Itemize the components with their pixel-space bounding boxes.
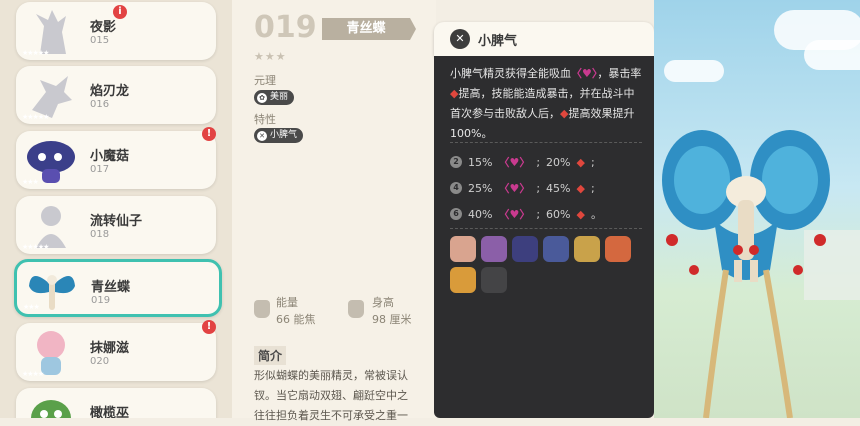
trait-icon: ✕ [450, 29, 470, 49]
tooltip-title: 小脾气 [478, 34, 518, 49]
level-number: 4 [450, 182, 462, 194]
creature-name: 夜影 [90, 20, 117, 35]
creature-number: 018 [90, 229, 110, 240]
locked-avatar [481, 267, 507, 293]
star-rating: ★★★★★ [22, 49, 49, 57]
trait-tag[interactable]: ✕ 小脾气 [254, 128, 304, 143]
creature-thumbnail [31, 400, 71, 418]
creature-name: 焰刃龙 [90, 84, 130, 99]
star-rating: ★★★★ [22, 370, 44, 378]
list-item[interactable]: ★★★★★ 焰刃龙 016 [16, 66, 216, 124]
lifesteal-value: 40% [468, 207, 493, 221]
crit-icon: ◆ [576, 207, 585, 221]
star-rating: ★★★ [22, 178, 39, 186]
creature-showcase [654, 0, 860, 418]
height-icon [348, 300, 364, 318]
level-row: 4 25% 〈♥〉; 45% ◆; [450, 180, 595, 196]
star-rating: ★★★★★ [22, 243, 49, 251]
list-item[interactable]: ★★★★ 抹娜滋 020 [16, 323, 216, 381]
element-label: 元理 [254, 74, 276, 87]
crit-value: 45% [546, 181, 571, 195]
creature-number-large: 019 [254, 10, 317, 45]
list-item[interactable]: 橄榄巫 [16, 388, 216, 418]
energy-value: 66 能焦 [276, 313, 316, 326]
lifesteal-icon: 〈♥〉 [498, 208, 531, 221]
intro-text: 形似蝴蝶的美丽精灵，常被误认 钗。当它扇动双翅、翩跹空中之 往往担负着灵生不可承… [254, 366, 434, 426]
alert-badge[interactable]: ! [202, 127, 216, 141]
energy-icon [254, 300, 270, 318]
intro-line: 钗。当它扇动双翅、翩跹空中之 [254, 389, 408, 402]
element-value: 美丽 [270, 92, 289, 102]
list-item-selected[interactable]: ★★★ 青丝蝶 019 [14, 259, 222, 317]
list-item[interactable]: ★★★★★ 流转仙子 018 [16, 196, 216, 254]
crit-value: 20% [546, 155, 571, 169]
list-item[interactable]: ★★★ 小魔菇 017 [16, 131, 216, 189]
creature-number: 020 [90, 356, 110, 367]
level-row: 2 15% 〈♥〉; 20% ◆; [450, 154, 595, 170]
creature-avatar[interactable] [450, 267, 476, 293]
star-rating: ★★★ [23, 303, 40, 311]
info-badge[interactable]: i [113, 5, 127, 19]
creature-avatar[interactable] [512, 236, 538, 262]
lifesteal-value: 25% [468, 181, 493, 195]
energy-label: 能量 [276, 296, 298, 309]
level-number: 2 [450, 156, 462, 168]
tooltip-description: 小脾气精灵获得全能吸血〈♥〉，暴击率◆提高，技能能造成暴击，并在战斗中首次参与击… [450, 64, 642, 144]
crit-icon: ◆ [576, 181, 585, 195]
creature-avatar[interactable] [543, 236, 569, 262]
creature-number: 016 [90, 99, 110, 110]
creature-name: 橄榄巫 [90, 406, 130, 418]
height-value: 98 厘米 [372, 313, 412, 326]
element-tag[interactable]: ✿ 美丽 [254, 90, 295, 105]
creature-number: 017 [90, 164, 110, 175]
crit-value: 60% [546, 207, 571, 221]
creature-number: 019 [91, 295, 111, 306]
trait-icon: ✕ [257, 130, 267, 141]
tooltip-header: ✕ 小脾气 [434, 22, 654, 56]
creature-avatar[interactable] [450, 236, 476, 262]
creature-number: 015 [90, 35, 110, 46]
creature-name: 小魔菇 [90, 149, 130, 164]
detail-panel: 019 青丝蝶 ★★★ 元理 ✿ 美丽 特性 ✕ 小脾气 能量 66 能焦 身高… [232, 0, 436, 422]
lifesteal-icon: 〈♥〉 [571, 67, 598, 80]
lifesteal-icon: 〈♥〉 [498, 156, 531, 169]
lifesteal-icon: 〈♥〉 [498, 182, 531, 195]
desc-text: 小脾气精灵获得全能吸血 [450, 67, 571, 80]
creature-name: 抹娜滋 [90, 341, 130, 356]
intro-line: 往往担负着灵生不可承受之重一 [254, 409, 408, 422]
crit-icon: ◆ [576, 155, 585, 169]
cloud [664, 60, 724, 82]
divider [450, 228, 642, 229]
flower-icon: ✿ [257, 92, 267, 103]
trait-value: 小脾气 [270, 130, 298, 140]
butterfly-creature [662, 130, 860, 418]
desc-text: ，暴击率 [597, 67, 642, 80]
creature-avatar[interactable] [574, 236, 600, 262]
lifesteal-value: 15% [468, 155, 493, 169]
creature-avatar[interactable] [605, 236, 631, 262]
cloud [804, 40, 860, 70]
creature-name-tag: 青丝蝶 [322, 18, 416, 40]
star-rating: ★★★ [254, 50, 287, 63]
intro-title: 简介 [254, 346, 287, 365]
trait-tooltip: 小脾气精灵获得全能吸血〈♥〉，暴击率◆提高，技能能造成暴击，并在战斗中首次参与击… [434, 56, 654, 418]
creature-name: 流转仙子 [90, 214, 143, 229]
level-row: 6 40% 〈♥〉; 60% ◆。 [450, 206, 602, 222]
creature-avatar[interactable] [481, 236, 507, 262]
divider [450, 142, 642, 143]
level-number: 6 [450, 208, 462, 220]
creature-list: ★★★★★ 夜影 015 ★★★★★ 焰刃龙 016 ★★★ 小魔菇 017 ★… [0, 0, 232, 418]
trait-label: 特性 [254, 113, 276, 126]
height-label: 身高 [372, 296, 394, 309]
alert-badge[interactable]: ! [202, 320, 216, 334]
star-rating: ★★★★★ [22, 113, 49, 121]
creature-name: 青丝蝶 [91, 280, 131, 295]
intro-line: 形似蝴蝶的美丽精灵，常被误认 [254, 369, 408, 382]
